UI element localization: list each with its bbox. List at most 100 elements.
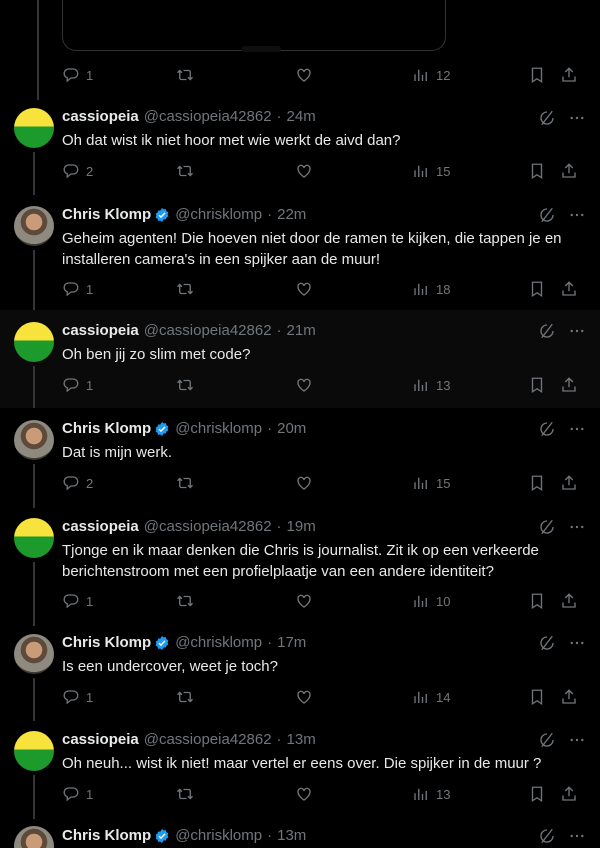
user-handle[interactable]: @cassiopeia42862 bbox=[144, 731, 272, 748]
like-button[interactable] bbox=[295, 474, 313, 492]
repost-button[interactable] bbox=[176, 592, 194, 610]
verified-badge-icon[interactable] bbox=[154, 421, 170, 437]
bookmark-button[interactable] bbox=[528, 785, 546, 803]
media-preview[interactable] bbox=[62, 0, 446, 52]
like-button[interactable] bbox=[295, 592, 313, 610]
share-button[interactable] bbox=[560, 592, 578, 610]
user-handle[interactable]: @cassiopeia42862 bbox=[144, 108, 272, 125]
share-button[interactable] bbox=[560, 688, 578, 706]
repost-button[interactable] bbox=[176, 474, 194, 492]
avatar[interactable] bbox=[14, 206, 54, 246]
views-button[interactable]: 13 bbox=[412, 376, 450, 394]
post-p6[interactable]: Chris Klomp @chrisklomp · 17m Is een und… bbox=[0, 626, 600, 721]
timestamp[interactable]: 13m bbox=[277, 827, 306, 844]
grok-icon[interactable] bbox=[538, 634, 556, 652]
post-p1[interactable]: cassiopeia @cassiopeia42862 · 24m Oh dat… bbox=[0, 100, 600, 195]
display-name[interactable]: Chris Klomp bbox=[62, 206, 151, 223]
verified-badge-icon[interactable] bbox=[154, 635, 170, 651]
timestamp[interactable]: 19m bbox=[287, 518, 316, 535]
display-name[interactable]: cassiopeia bbox=[62, 731, 139, 748]
repost-button[interactable] bbox=[176, 785, 194, 803]
more-icon[interactable] bbox=[568, 827, 586, 845]
bookmark-button[interactable] bbox=[528, 280, 546, 298]
like-button[interactable] bbox=[295, 688, 313, 706]
bookmark-button[interactable] bbox=[528, 376, 546, 394]
bookmark-button[interactable] bbox=[528, 688, 546, 706]
avatar[interactable] bbox=[14, 634, 54, 674]
avatar[interactable] bbox=[14, 322, 54, 362]
reply-button[interactable]: 1 bbox=[62, 688, 93, 706]
reply-button[interactable]: 1 bbox=[62, 66, 93, 84]
user-handle[interactable]: @cassiopeia42862 bbox=[144, 322, 272, 339]
more-icon[interactable] bbox=[568, 322, 586, 340]
post-p4[interactable]: Chris Klomp @chrisklomp · 20m Dat is mij… bbox=[0, 408, 600, 508]
post-p5[interactable]: cassiopeia @cassiopeia42862 · 19m Tjonge… bbox=[0, 508, 600, 626]
share-button[interactable] bbox=[560, 66, 578, 84]
more-icon[interactable] bbox=[568, 731, 586, 749]
post-p3[interactable]: cassiopeia @cassiopeia42862 · 21m Oh ben… bbox=[0, 310, 600, 408]
grok-icon[interactable] bbox=[538, 206, 556, 224]
like-button[interactable] bbox=[295, 785, 313, 803]
timestamp[interactable]: 20m bbox=[277, 420, 306, 437]
timestamp[interactable]: 21m bbox=[287, 322, 316, 339]
grok-icon[interactable] bbox=[538, 827, 556, 845]
repost-button[interactable] bbox=[176, 376, 194, 394]
more-icon[interactable] bbox=[568, 634, 586, 652]
avatar[interactable] bbox=[14, 518, 54, 558]
verified-badge-icon[interactable] bbox=[154, 828, 170, 844]
post-p8[interactable]: Chris Klomp @chrisklomp · 13m bbox=[0, 819, 600, 848]
display-name[interactable]: Chris Klomp bbox=[62, 827, 151, 844]
share-button[interactable] bbox=[560, 280, 578, 298]
avatar[interactable] bbox=[14, 826, 54, 848]
user-handle[interactable]: @chrisklomp bbox=[175, 420, 262, 437]
verified-badge-icon[interactable] bbox=[154, 207, 170, 223]
timestamp[interactable]: 17m bbox=[277, 634, 306, 651]
like-button[interactable] bbox=[295, 162, 313, 180]
display-name[interactable]: Chris Klomp bbox=[62, 634, 151, 651]
user-handle[interactable]: @chrisklomp bbox=[175, 827, 262, 844]
share-button[interactable] bbox=[560, 376, 578, 394]
reply-button[interactable]: 1 bbox=[62, 280, 93, 298]
more-icon[interactable] bbox=[568, 206, 586, 224]
views-button[interactable]: 13 bbox=[412, 785, 450, 803]
views-button[interactable]: 18 bbox=[412, 280, 450, 298]
repost-button[interactable] bbox=[176, 162, 194, 180]
share-button[interactable] bbox=[560, 785, 578, 803]
grok-icon[interactable] bbox=[538, 731, 556, 749]
grok-icon[interactable] bbox=[538, 109, 556, 127]
more-icon[interactable] bbox=[568, 420, 586, 438]
post-p7[interactable]: cassiopeia @cassiopeia42862 · 13m Oh neu… bbox=[0, 721, 600, 819]
reply-button[interactable]: 1 bbox=[62, 785, 93, 803]
grok-icon[interactable] bbox=[538, 322, 556, 340]
grok-icon[interactable] bbox=[538, 518, 556, 536]
reply-button[interactable]: 1 bbox=[62, 592, 93, 610]
views-button[interactable]: 14 bbox=[412, 688, 450, 706]
more-icon[interactable] bbox=[568, 518, 586, 536]
repost-button[interactable] bbox=[176, 688, 194, 706]
views-button[interactable]: 15 bbox=[412, 162, 450, 180]
avatar[interactable] bbox=[14, 731, 54, 771]
timestamp[interactable]: 13m bbox=[287, 731, 316, 748]
bookmark-button[interactable] bbox=[528, 66, 546, 84]
post-p2[interactable]: Chris Klomp @chrisklomp · 22m Geheim age… bbox=[0, 195, 600, 310]
user-handle[interactable]: @chrisklomp bbox=[175, 206, 262, 223]
timestamp[interactable]: 24m bbox=[287, 108, 316, 125]
repost-button[interactable] bbox=[176, 280, 194, 298]
avatar[interactable] bbox=[14, 108, 54, 148]
display-name[interactable]: Chris Klomp bbox=[62, 420, 151, 437]
like-button[interactable] bbox=[295, 66, 313, 84]
display-name[interactable]: cassiopeia bbox=[62, 518, 139, 535]
bookmark-button[interactable] bbox=[528, 474, 546, 492]
display-name[interactable]: cassiopeia bbox=[62, 322, 139, 339]
views-button[interactable]: 12 bbox=[412, 66, 450, 84]
share-button[interactable] bbox=[560, 162, 578, 180]
user-handle[interactable]: @cassiopeia42862 bbox=[144, 518, 272, 535]
views-button[interactable]: 10 bbox=[412, 592, 450, 610]
grok-icon[interactable] bbox=[538, 420, 556, 438]
more-icon[interactable] bbox=[568, 109, 586, 127]
like-button[interactable] bbox=[295, 376, 313, 394]
user-handle[interactable]: @chrisklomp bbox=[175, 634, 262, 651]
bookmark-button[interactable] bbox=[528, 162, 546, 180]
like-button[interactable] bbox=[295, 280, 313, 298]
avatar[interactable] bbox=[14, 420, 54, 460]
